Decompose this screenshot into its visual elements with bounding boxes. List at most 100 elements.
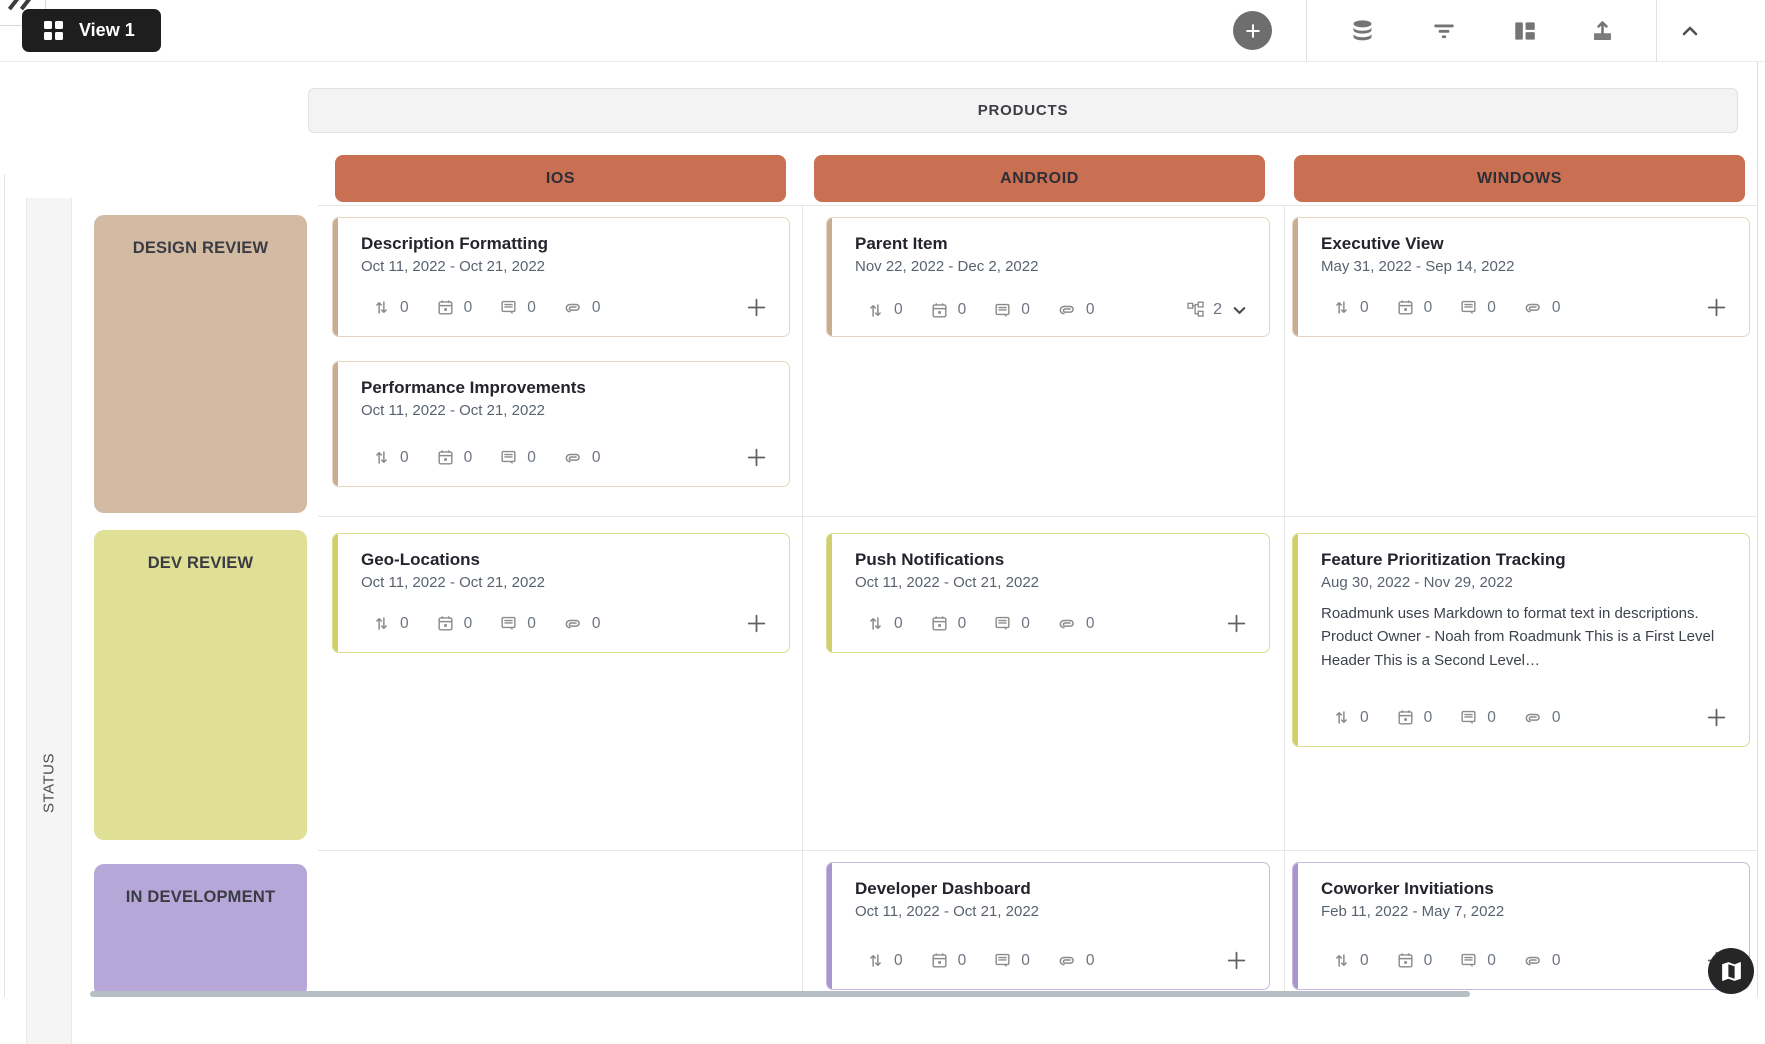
milestones-count: 0 xyxy=(436,614,473,633)
column-header-ios[interactable]: IOS xyxy=(335,155,786,202)
links-icon xyxy=(372,614,391,633)
links-icon xyxy=(372,298,391,317)
attachments-count: 0 xyxy=(563,614,601,634)
paperclip-icon xyxy=(563,298,583,318)
comments-count: 0 xyxy=(499,298,536,317)
filter-button[interactable] xyxy=(1424,11,1464,51)
card-description-formatting[interactable]: Description Formatting Oct 11, 2022 - Oc… xyxy=(332,217,790,337)
plus-icon xyxy=(744,295,769,320)
milestones-count: 0 xyxy=(1396,951,1433,970)
data-source-button[interactable] xyxy=(1342,11,1382,51)
card-add-button[interactable] xyxy=(1704,705,1729,730)
column-divider xyxy=(802,205,803,997)
links-icon xyxy=(1332,298,1351,317)
card-add-button[interactable] xyxy=(744,445,769,470)
plus-icon xyxy=(1704,295,1729,320)
paperclip-icon xyxy=(1523,298,1543,318)
links-count: 0 xyxy=(372,614,409,633)
card-title: Coworker Invitiations xyxy=(1321,878,1731,900)
attachments-count: 0 xyxy=(1057,951,1095,971)
roadmap-board: PRODUCTS IOS ANDROID WINDOWS STATUS DESI… xyxy=(0,62,1765,997)
calendar-icon xyxy=(1396,298,1415,317)
card-parent-item[interactable]: Parent Item Nov 22, 2022 - Dec 2, 2022 0… xyxy=(826,217,1270,337)
column-header-android[interactable]: ANDROID xyxy=(814,155,1265,202)
card-dates: Aug 30, 2022 - Nov 29, 2022 xyxy=(1321,574,1731,591)
export-button[interactable] xyxy=(1582,11,1622,51)
milestones-count: 0 xyxy=(930,301,967,320)
comments-count: 0 xyxy=(1459,951,1496,970)
links-icon xyxy=(866,301,885,320)
database-icon xyxy=(1349,18,1376,45)
milestones-count: 0 xyxy=(930,951,967,970)
comment-icon xyxy=(499,298,518,317)
card-title: Parent Item xyxy=(855,233,1251,255)
column-header-windows[interactable]: WINDOWS xyxy=(1294,155,1745,202)
chevron-up-icon xyxy=(1678,19,1702,43)
horizontal-scrollbar[interactable] xyxy=(90,991,1470,997)
comment-icon xyxy=(499,614,518,633)
card-title: Description Formatting xyxy=(361,233,771,255)
comment-icon xyxy=(993,614,1012,633)
card-geo-locations[interactable]: Geo-Locations Oct 11, 2022 - Oct 21, 202… xyxy=(332,533,790,653)
calendar-icon xyxy=(436,614,455,633)
column-group-header[interactable]: PRODUCTS xyxy=(308,88,1738,133)
card-add-button[interactable] xyxy=(744,295,769,320)
plus-icon xyxy=(1224,948,1249,973)
card-add-button[interactable] xyxy=(1224,948,1249,973)
calendar-icon xyxy=(436,298,455,317)
comment-icon xyxy=(993,951,1012,970)
row-divider xyxy=(318,205,1757,206)
attachments-count: 0 xyxy=(1523,298,1561,318)
map-icon xyxy=(1719,959,1744,984)
comment-icon xyxy=(499,448,518,467)
view-selector-button[interactable]: View 1 xyxy=(22,9,161,52)
card-title: Feature Prioritization Tracking xyxy=(1321,549,1731,571)
card-push-notifications[interactable]: Push Notifications Oct 11, 2022 - Oct 21… xyxy=(826,533,1270,653)
comment-icon xyxy=(993,301,1012,320)
calendar-icon xyxy=(930,614,949,633)
comments-count: 0 xyxy=(993,951,1030,970)
card-description: Roadmunk uses Markdown to format text in… xyxy=(1321,602,1731,672)
view-selector-label: View 1 xyxy=(79,20,135,41)
collapse-toolbar-button[interactable] xyxy=(1670,11,1710,51)
sub-items-toggle[interactable]: 2 xyxy=(1186,301,1249,320)
links-count: 0 xyxy=(372,448,409,467)
attachments-count: 0 xyxy=(1523,951,1561,971)
card-title: Executive View xyxy=(1321,233,1731,255)
card-title: Developer Dashboard xyxy=(855,878,1251,900)
plus-icon xyxy=(744,611,769,636)
vertical-scrollbar[interactable] xyxy=(1757,62,1758,997)
card-add-button[interactable] xyxy=(1224,611,1249,636)
attachments-count: 0 xyxy=(563,448,601,468)
card-executive-view[interactable]: Executive View May 31, 2022 - Sep 14, 20… xyxy=(1292,217,1750,337)
card-dates: Oct 11, 2022 - Oct 21, 2022 xyxy=(855,574,1251,591)
card-performance-improvements[interactable]: Performance Improvements Oct 11, 2022 - … xyxy=(332,361,790,487)
card-developer-dashboard[interactable]: Developer Dashboard Oct 11, 2022 - Oct 2… xyxy=(826,862,1270,990)
card-feature-prioritization-tracking[interactable]: Feature Prioritization Tracking Aug 30, … xyxy=(1292,533,1750,747)
card-add-button[interactable] xyxy=(744,611,769,636)
add-item-button[interactable] xyxy=(1233,11,1272,50)
row-header-design-review[interactable]: DESIGN REVIEW xyxy=(94,215,307,513)
card-add-button[interactable] xyxy=(1704,295,1729,320)
paperclip-icon xyxy=(1057,614,1077,634)
milestones-count: 0 xyxy=(1396,298,1433,317)
comments-count: 0 xyxy=(499,614,536,633)
card-dates: Oct 11, 2022 - Oct 21, 2022 xyxy=(361,402,771,419)
layout-button[interactable] xyxy=(1505,11,1545,51)
card-dates: Oct 11, 2022 - Oct 21, 2022 xyxy=(361,258,771,275)
card-coworker-invitiations[interactable]: Coworker Invitiations Feb 11, 2022 - May… xyxy=(1292,862,1750,990)
swimlane-layout-icon xyxy=(1512,18,1538,44)
top-toolbar: View 1 xyxy=(0,0,1765,62)
card-dates: Oct 11, 2022 - Oct 21, 2022 xyxy=(361,574,771,591)
map-view-button[interactable] xyxy=(1708,948,1754,994)
row-header-dev-review[interactable]: DEV REVIEW xyxy=(94,530,307,840)
comments-count: 0 xyxy=(499,448,536,467)
card-dates: Nov 22, 2022 - Dec 2, 2022 xyxy=(855,258,1251,275)
milestones-count: 0 xyxy=(436,448,473,467)
plus-icon xyxy=(1243,21,1263,41)
plus-icon xyxy=(1224,611,1249,636)
comment-icon xyxy=(1459,708,1478,727)
comments-count: 0 xyxy=(993,614,1030,633)
row-header-in-development[interactable]: IN DEVELOPMENT xyxy=(94,864,307,997)
paperclip-icon xyxy=(1523,951,1543,971)
